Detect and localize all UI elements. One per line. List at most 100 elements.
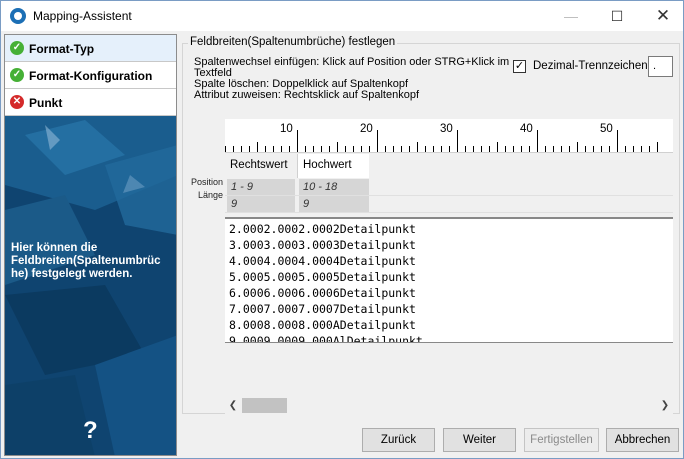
ruler-tick xyxy=(233,146,234,152)
scroll-left-arrow-icon[interactable]: ❮ xyxy=(225,398,241,413)
ruler-tick xyxy=(649,146,650,152)
decimal-separator-label: Dezimal-Trennzeichen xyxy=(533,60,648,72)
ruler-tick xyxy=(489,146,490,152)
cancel-button[interactable]: Abbrechen xyxy=(606,428,679,452)
step-label: Punkt xyxy=(29,96,63,110)
ruler-tick xyxy=(537,130,538,152)
scroll-right-arrow-icon[interactable]: ❯ xyxy=(657,398,673,413)
grid-divider xyxy=(225,195,673,196)
ruler-tick xyxy=(657,142,658,152)
ruler-tick xyxy=(289,146,290,152)
help-icon[interactable]: ? xyxy=(83,417,98,445)
ruler-tick xyxy=(329,146,330,152)
back-button[interactable]: Zurück xyxy=(362,428,435,452)
group-title: Feldbreiten(Spaltenumbrüche) festlegen xyxy=(188,36,398,48)
grid-divider xyxy=(225,212,673,213)
ruler-tick xyxy=(505,146,506,152)
ruler-tick xyxy=(545,146,546,152)
decimal-separator-input[interactable]: . xyxy=(648,56,673,77)
app-icon xyxy=(10,8,26,24)
help-text: Hier können die Feldbreiten(Spaltenumbrü… xyxy=(11,242,161,280)
ruler-tick xyxy=(497,142,498,152)
decimal-separator-checkbox[interactable]: ✓ xyxy=(513,60,526,73)
ruler-tick xyxy=(369,146,370,152)
check-circle-icon: ✓ xyxy=(10,41,24,55)
ruler-tick xyxy=(409,146,410,152)
ruler-tick xyxy=(521,146,522,152)
ruler-tick xyxy=(353,146,354,152)
text-line: 5.0005.0005.0005Detailpunkt xyxy=(229,270,416,284)
ruler-tick xyxy=(633,146,634,152)
ruler-tick xyxy=(401,146,402,152)
text-line: 3.0003.0003.0003Detailpunkt xyxy=(229,238,416,252)
ruler-tick xyxy=(225,146,226,152)
maximize-button[interactable]: ☐ xyxy=(594,1,640,31)
ruler-tick xyxy=(345,146,346,152)
ruler-tick xyxy=(313,146,314,152)
ruler-tick xyxy=(425,146,426,152)
ruler-tick xyxy=(553,146,554,152)
ruler-tick xyxy=(593,146,594,152)
text-area-border xyxy=(225,342,673,343)
finish-button[interactable]: Fertigstellen xyxy=(524,428,599,452)
mapping-assistant-window: Mapping-Assistent — ☐ ✕ ✓ Format-Typ ✓ F… xyxy=(0,0,684,459)
ruler-tick xyxy=(385,146,386,152)
step-format-typ[interactable]: ✓ Format-Typ xyxy=(5,35,176,62)
ruler-tick xyxy=(457,130,458,152)
ruler-label: 30 xyxy=(440,123,453,135)
ruler-tick xyxy=(241,146,242,152)
ruler-label: 40 xyxy=(520,123,533,135)
ruler-tick xyxy=(393,146,394,152)
column-header-hochwert[interactable]: Hochwert xyxy=(297,154,369,178)
ruler-tick xyxy=(281,146,282,152)
wizard-sidebar: ✓ Format-Typ ✓ Format-Konfiguration ✕ Pu… xyxy=(4,34,177,456)
text-line: 2.0002.0002.0002Detailpunkt xyxy=(229,222,416,236)
ruler-tick xyxy=(601,146,602,152)
step-label: Format-Konfiguration xyxy=(29,69,153,83)
window-title: Mapping-Assistent xyxy=(33,9,132,23)
step-punkt[interactable]: ✕ Punkt xyxy=(5,89,176,116)
ruler-tick xyxy=(569,146,570,152)
length-cell: 9 xyxy=(227,196,295,212)
position-cell: 1 - 9 xyxy=(227,179,295,195)
instruction-line: Attribut zuweisen: Rechtsklick auf Spalt… xyxy=(194,89,420,101)
preview-text-area[interactable]: 2.0002.0002.0002Detailpunkt 3.0003.0003.… xyxy=(225,217,673,343)
ruler-tick xyxy=(305,146,306,152)
ruler-tick xyxy=(297,130,298,152)
instructions: Spaltenwechsel einfügen: Klick auf Posit… xyxy=(194,57,514,101)
ruler-tick xyxy=(417,142,418,152)
ruler-tick xyxy=(561,146,562,152)
ruler-tick xyxy=(361,146,362,152)
ruler-tick xyxy=(249,146,250,152)
column-header-rechtswert[interactable]: Rechtswert xyxy=(225,154,297,178)
ruler-tick xyxy=(481,146,482,152)
ruler-tick xyxy=(609,146,610,152)
next-button[interactable]: Weiter xyxy=(443,428,516,452)
ruler-tick xyxy=(513,146,514,152)
ruler-label: 50 xyxy=(600,123,613,135)
ruler-tick xyxy=(265,146,266,152)
ruler-tick xyxy=(529,146,530,152)
scrollbar-thumb[interactable] xyxy=(242,398,287,413)
text-line: 7.0007.0007.0007Detailpunkt xyxy=(229,302,416,316)
step-format-konfiguration[interactable]: ✓ Format-Konfiguration xyxy=(5,62,176,89)
ruler-tick xyxy=(337,142,338,152)
row-label-length: Länge xyxy=(197,190,223,200)
ruler-label: 10 xyxy=(280,123,293,135)
error-circle-icon: ✕ xyxy=(10,95,24,109)
length-cell: 9 xyxy=(299,196,369,212)
horizontal-scrollbar[interactable]: ❮ ❯ xyxy=(225,397,673,414)
column-ruler[interactable]: 10 20 30 40 50 xyxy=(225,119,673,153)
close-button[interactable]: ✕ xyxy=(640,1,684,31)
step-label: Format-Typ xyxy=(29,42,95,56)
ruler-label: 20 xyxy=(360,123,373,135)
ruler-tick xyxy=(465,146,466,152)
text-line: 6.0006.0006.0006Detailpunkt xyxy=(229,286,416,300)
minimize-button[interactable]: — xyxy=(548,1,594,31)
sidebar-background-image xyxy=(5,115,176,455)
ruler-tick xyxy=(377,130,378,152)
ruler-tick xyxy=(273,146,274,152)
ruler-tick xyxy=(449,146,450,152)
ruler-tick xyxy=(617,130,618,152)
ruler-tick xyxy=(257,142,258,152)
